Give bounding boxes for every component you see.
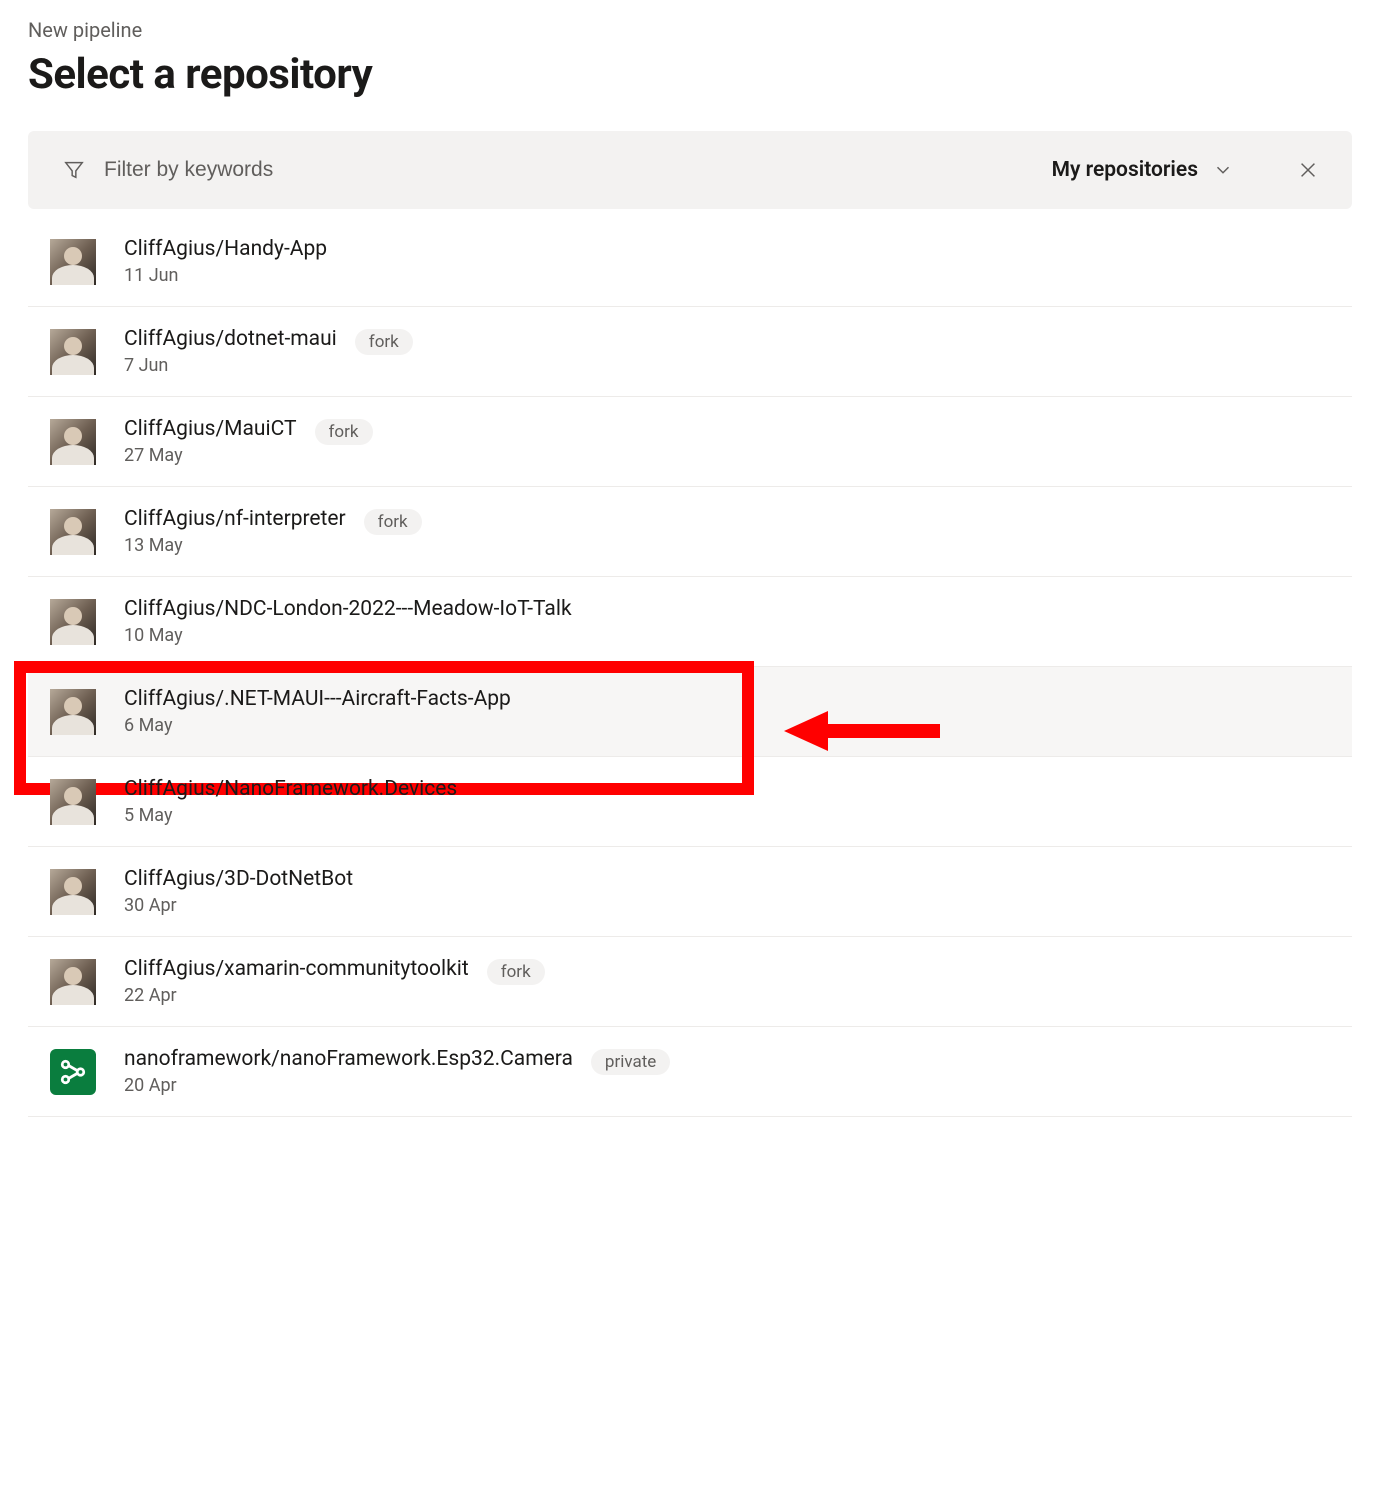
user-avatar [50, 959, 96, 1005]
repo-row[interactable]: CliffAgius/Handy-App 11 Jun [28, 217, 1352, 307]
repo-name: CliffAgius/dotnet-maui [124, 327, 337, 351]
filter-icon [62, 158, 86, 182]
user-avatar [50, 689, 96, 735]
org-avatar [50, 1049, 96, 1095]
repo-name: CliffAgius/3D-DotNetBot [124, 867, 353, 891]
repo-date: 13 May [124, 535, 346, 556]
fork-badge: fork [355, 329, 413, 355]
repo-name: CliffAgius/xamarin-communitytoolkit [124, 957, 469, 981]
annotation-arrow-icon [784, 707, 944, 755]
repo-row[interactable]: CliffAgius/3D-DotNetBot 30 Apr [28, 847, 1352, 937]
repo-row[interactable]: CliffAgius/xamarin-communitytoolkit 22 Ap… [28, 937, 1352, 1027]
private-badge: private [591, 1049, 670, 1075]
repo-date: 7 Jun [124, 355, 337, 376]
repo-row[interactable]: CliffAgius/nf-interpreter 13 May fork [28, 487, 1352, 577]
user-avatar [50, 329, 96, 375]
fork-network-icon [50, 1049, 96, 1095]
scope-label: My repositories [1052, 158, 1198, 182]
repo-name: CliffAgius/nf-interpreter [124, 507, 346, 531]
scope-dropdown[interactable]: My repositories [1048, 150, 1238, 190]
repo-date: 6 May [124, 715, 511, 736]
chevron-down-icon [1212, 159, 1234, 181]
fork-badge: fork [315, 419, 373, 445]
filter-input[interactable] [104, 158, 1030, 182]
user-avatar [50, 509, 96, 555]
filter-bar: My repositories [28, 131, 1352, 209]
user-avatar [50, 239, 96, 285]
close-button[interactable] [1292, 154, 1324, 186]
repo-list: CliffAgius/Handy-App 11 Jun CliffAgius/dot… [28, 217, 1352, 1117]
repo-name: CliffAgius/.NET-MAUI---Aircraft-Facts-Ap… [124, 687, 511, 711]
repo-name: CliffAgius/NDC-London-2022---Meadow-IoT-… [124, 597, 572, 621]
user-avatar [50, 599, 96, 645]
fork-badge: fork [364, 509, 422, 535]
fork-badge: fork [487, 959, 545, 985]
repo-name: CliffAgius/MauiCT [124, 417, 297, 441]
repo-date: 30 Apr [124, 895, 353, 916]
repo-date: 5 May [124, 805, 457, 826]
repo-row[interactable]: nanoframework/nanoFramework.Esp32.Camera… [28, 1027, 1352, 1117]
repo-row[interactable]: CliffAgius/.NET-MAUI---Aircraft-Facts-Ap… [28, 667, 1352, 757]
repo-name: nanoframework/nanoFramework.Esp32.Camera [124, 1047, 573, 1071]
user-avatar [50, 779, 96, 825]
user-avatar [50, 419, 96, 465]
repo-date: 10 May [124, 625, 572, 646]
repo-row[interactable]: CliffAgius/NDC-London-2022---Meadow-IoT-… [28, 577, 1352, 667]
repo-name: CliffAgius/Handy-App [124, 237, 327, 261]
page-title: Select a repository [28, 50, 1352, 99]
repo-date: 27 May [124, 445, 297, 466]
repo-row[interactable]: CliffAgius/NanoFramework.Devices 5 May [28, 757, 1352, 847]
repo-date: 20 Apr [124, 1075, 573, 1096]
repo-date: 22 Apr [124, 985, 469, 1006]
repo-name: CliffAgius/NanoFramework.Devices [124, 777, 457, 801]
breadcrumb: New pipeline [28, 18, 1352, 42]
repo-row[interactable]: CliffAgius/dotnet-maui 7 Jun fork [28, 307, 1352, 397]
user-avatar [50, 869, 96, 915]
repo-date: 11 Jun [124, 265, 327, 286]
repo-row[interactable]: CliffAgius/MauiCT 27 May fork [28, 397, 1352, 487]
